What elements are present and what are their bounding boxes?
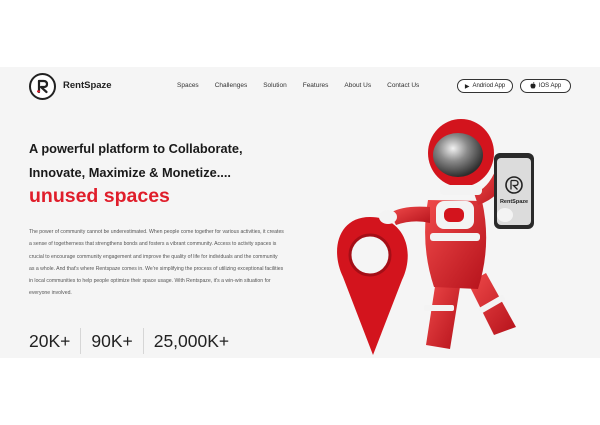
hero-paragraph: The power of community cannot be underes…: [29, 229, 284, 297]
stat-value: 20K+: [29, 330, 71, 351]
stat-value: 25,000K+: [153, 330, 230, 351]
phone-brand-text: RentSpaze: [500, 199, 528, 205]
nav-item-solution[interactable]: Solution: [263, 82, 287, 89]
ios-app-label: IOS App: [538, 83, 562, 89]
nav-item-spaces[interactable]: Spaces: [177, 82, 199, 89]
nav-item-challenges[interactable]: Challenges: [215, 82, 248, 89]
nav-item-contact-us[interactable]: Contact Us: [387, 82, 419, 89]
astronaut-illustration: RentSpaze: [337, 119, 534, 355]
rentspaze-logo-icon[interactable]: [29, 73, 56, 100]
android-app-label: Andriod App: [472, 83, 506, 89]
main-nav: Spaces Challenges Solution Features Abou…: [177, 82, 435, 89]
android-app-button[interactable]: ▶ Andriod App: [457, 79, 513, 93]
nav-item-features[interactable]: Features: [303, 82, 329, 89]
stat-divider: [142, 328, 144, 354]
play-icon: ▶: [464, 83, 470, 90]
hero-heading-line-1: A powerful platform to Collaborate,: [29, 141, 243, 156]
brand-name[interactable]: RentSpaze: [63, 80, 112, 91]
stat-value: 90K+: [91, 330, 133, 351]
map-pin-icon: [337, 217, 408, 355]
nav-item-about-us[interactable]: About Us: [344, 82, 371, 89]
stats-row: 20K+ 90K+ 25,000K+: [29, 328, 229, 354]
hero-heading-line-2: Innovate, Maximize & Monetize....: [29, 165, 231, 180]
ios-app-button[interactable]: IOS App: [520, 79, 571, 93]
apple-icon: [530, 81, 536, 91]
hero-accent-text: unused spaces: [29, 185, 170, 207]
stat-divider: [80, 328, 82, 354]
